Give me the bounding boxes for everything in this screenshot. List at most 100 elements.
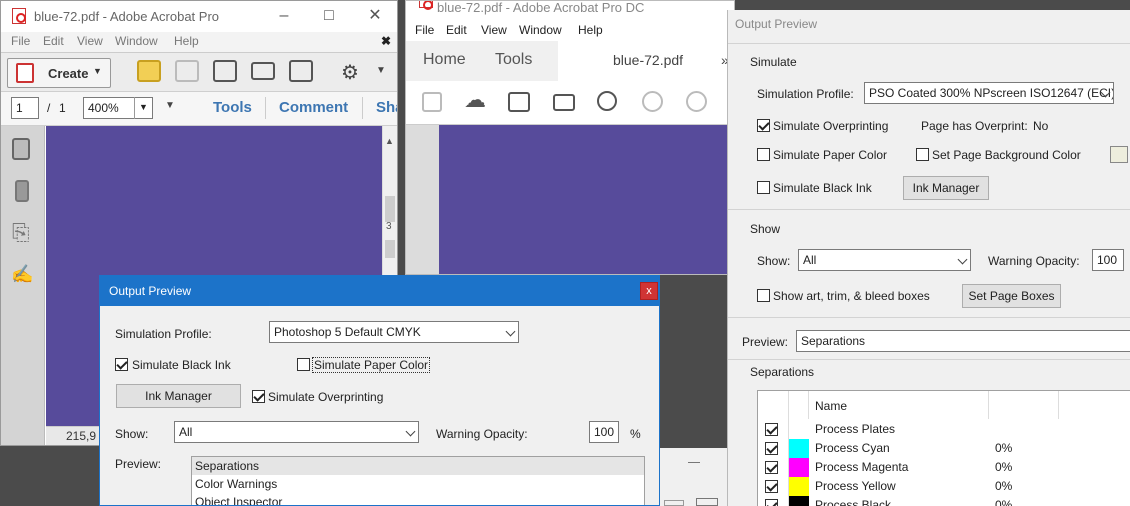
sim-overprinting-checkbox[interactable] xyxy=(757,119,770,132)
show-boxes-checkbox[interactable] xyxy=(757,289,770,302)
menu-edit[interactable]: Edit xyxy=(446,23,467,37)
menu-window[interactable]: Window xyxy=(519,23,562,37)
create-button[interactable]: Create ▼ xyxy=(7,58,111,88)
table-row[interactable]: Process Plates xyxy=(758,420,1130,439)
set-page-boxes-button[interactable]: Set Page Boxes xyxy=(962,284,1061,308)
menu-window[interactable]: Window xyxy=(115,34,158,48)
show-select[interactable]: All xyxy=(174,421,419,443)
share-link[interactable]: Sha xyxy=(376,99,397,116)
pdf-file-icon xyxy=(12,8,26,24)
create-pdf-icon xyxy=(16,63,34,83)
sim-black-checkbox[interactable] xyxy=(115,358,128,371)
edit-form-icon[interactable] xyxy=(289,60,313,82)
menu-edit[interactable]: Edit xyxy=(43,34,64,48)
ink-manager-button[interactable]: Ink Manager xyxy=(116,384,241,408)
sim-paper-checkbox[interactable] xyxy=(757,148,770,161)
dialog-title: Output Preview xyxy=(109,284,192,298)
cloud-upload-icon[interactable]: ☁ xyxy=(464,87,486,113)
preview-select[interactable]: Separations xyxy=(796,330,1130,352)
page-down-icon[interactable] xyxy=(686,91,707,112)
menu-help[interactable]: Help xyxy=(578,23,603,37)
email-icon[interactable] xyxy=(251,62,275,80)
more-tools-icon[interactable]: ▼ xyxy=(165,100,175,111)
open-folder-icon[interactable] xyxy=(137,60,161,82)
title-bar[interactable]: blue-72.pdf - Adobe Acrobat Pro – □ ✕ xyxy=(1,1,397,32)
tools-link[interactable]: Tools xyxy=(213,99,252,116)
save-icon[interactable] xyxy=(175,60,199,82)
set-bg-label: Set Page Background Color xyxy=(932,148,1081,162)
email-icon[interactable] xyxy=(553,94,575,111)
table-row[interactable]: Process Cyan 0% xyxy=(758,439,1130,458)
chevron-down-icon xyxy=(505,326,516,337)
set-bg-checkbox[interactable] xyxy=(916,148,929,161)
plate-percentage: 0% xyxy=(995,498,1013,506)
dialog-title-bar[interactable]: Output Preview x xyxy=(100,276,659,306)
sim-profile-select[interactable]: PSO Coated 300% NPscreen ISO12647 (ECI) xyxy=(864,82,1114,104)
table-row[interactable]: Process Black 0% xyxy=(758,496,1130,506)
scroll-up-icon[interactable]: ▲ xyxy=(385,136,394,146)
print-icon[interactable] xyxy=(213,60,237,82)
sim-profile-select[interactable]: Photoshop 5 Default CMYK xyxy=(269,321,519,343)
background-color-swatch[interactable] xyxy=(1110,146,1128,163)
show-boxes-label: Show art, trim, & bleed boxes xyxy=(773,289,930,303)
show-select[interactable]: All xyxy=(798,249,971,271)
list-item[interactable]: Object Inspector xyxy=(192,493,644,505)
tab-home[interactable]: Home xyxy=(423,51,466,69)
preview-list[interactable]: Separations Color Warnings Object Inspec… xyxy=(191,456,645,505)
close-doc-icon[interactable]: ✖ xyxy=(381,34,391,48)
print-icon[interactable] xyxy=(508,92,530,112)
page-separator: / xyxy=(47,101,51,115)
zoom-dropdown-icon[interactable]: ▼ xyxy=(139,102,148,112)
comment-link[interactable]: Comment xyxy=(279,99,348,116)
pages-icon[interactable] xyxy=(12,138,30,160)
tab-tools[interactable]: Tools xyxy=(495,51,532,69)
sim-overprinting-checkbox[interactable] xyxy=(252,390,265,403)
table-row[interactable]: Process Yellow 0% xyxy=(758,477,1130,496)
toolbar-menu-icon[interactable]: ▼ xyxy=(376,65,386,76)
tab-document[interactable]: blue-72.pdf » xyxy=(558,41,734,81)
warning-opacity-input[interactable]: 100 xyxy=(1092,249,1124,271)
row-checkbox[interactable] xyxy=(765,461,778,474)
save-icon[interactable] xyxy=(422,92,442,112)
close-icon[interactable]: x xyxy=(640,282,658,300)
row-checkbox[interactable] xyxy=(765,499,778,506)
gear-icon[interactable]: ⚙ xyxy=(341,60,359,85)
output-preview-panel: Output Preview Simulate Simulation Profi… xyxy=(727,10,1130,506)
menu-file[interactable]: File xyxy=(11,34,30,48)
page-number-input[interactable]: 1 xyxy=(11,97,39,119)
zoom-input[interactable]: 400% ▼ xyxy=(83,97,153,119)
row-checkbox[interactable] xyxy=(765,480,778,493)
show-header: Show xyxy=(750,222,781,236)
menu-view[interactable]: View xyxy=(77,34,103,48)
close-button[interactable]: ✕ xyxy=(352,5,397,27)
minimize-button[interactable]: – xyxy=(261,5,307,27)
list-item[interactable]: Separations xyxy=(192,457,644,475)
attachment-icon[interactable]: ⎘ xyxy=(12,220,30,246)
zoom-icon[interactable] xyxy=(597,91,617,111)
list-item[interactable]: Color Warnings xyxy=(192,475,644,493)
warning-opacity-label: Warning Opacity: xyxy=(436,427,528,441)
quick-toolbar: ☁ xyxy=(406,81,734,125)
title-bar[interactable]: blue-72.pdf - Adobe Acrobat Pro DC xyxy=(406,1,734,19)
menu-view[interactable]: View xyxy=(481,23,507,37)
menu-file[interactable]: File xyxy=(415,23,434,37)
sim-paper-checkbox[interactable] xyxy=(297,358,310,371)
document-page[interactable] xyxy=(439,125,734,274)
bookmark-icon[interactable] xyxy=(15,180,29,202)
row-checkbox[interactable] xyxy=(765,423,778,436)
scroll-marker: 3 xyxy=(386,221,392,232)
maximize-button[interactable]: □ xyxy=(306,5,352,27)
scroll-thumb[interactable] xyxy=(385,240,395,258)
menu-help[interactable]: Help xyxy=(174,34,199,48)
signature-icon[interactable]: ✍ xyxy=(11,264,33,285)
nav-toolbar: 1 / 1 400% ▼ ▼ Tools Comment Sha xyxy=(1,92,397,126)
sim-black-checkbox[interactable] xyxy=(757,181,770,194)
row-checkbox[interactable] xyxy=(765,442,778,455)
table-row[interactable]: Process Magenta 0% xyxy=(758,458,1130,477)
acrobat-dc-window: blue-72.pdf - Adobe Acrobat Pro DC File … xyxy=(405,0,735,275)
warning-opacity-input[interactable]: 100 xyxy=(589,421,619,443)
show-label: Show: xyxy=(115,427,149,441)
ink-manager-button[interactable]: Ink Manager xyxy=(903,176,989,200)
plate-percentage: 0% xyxy=(995,479,1013,493)
page-up-icon[interactable] xyxy=(642,91,663,112)
